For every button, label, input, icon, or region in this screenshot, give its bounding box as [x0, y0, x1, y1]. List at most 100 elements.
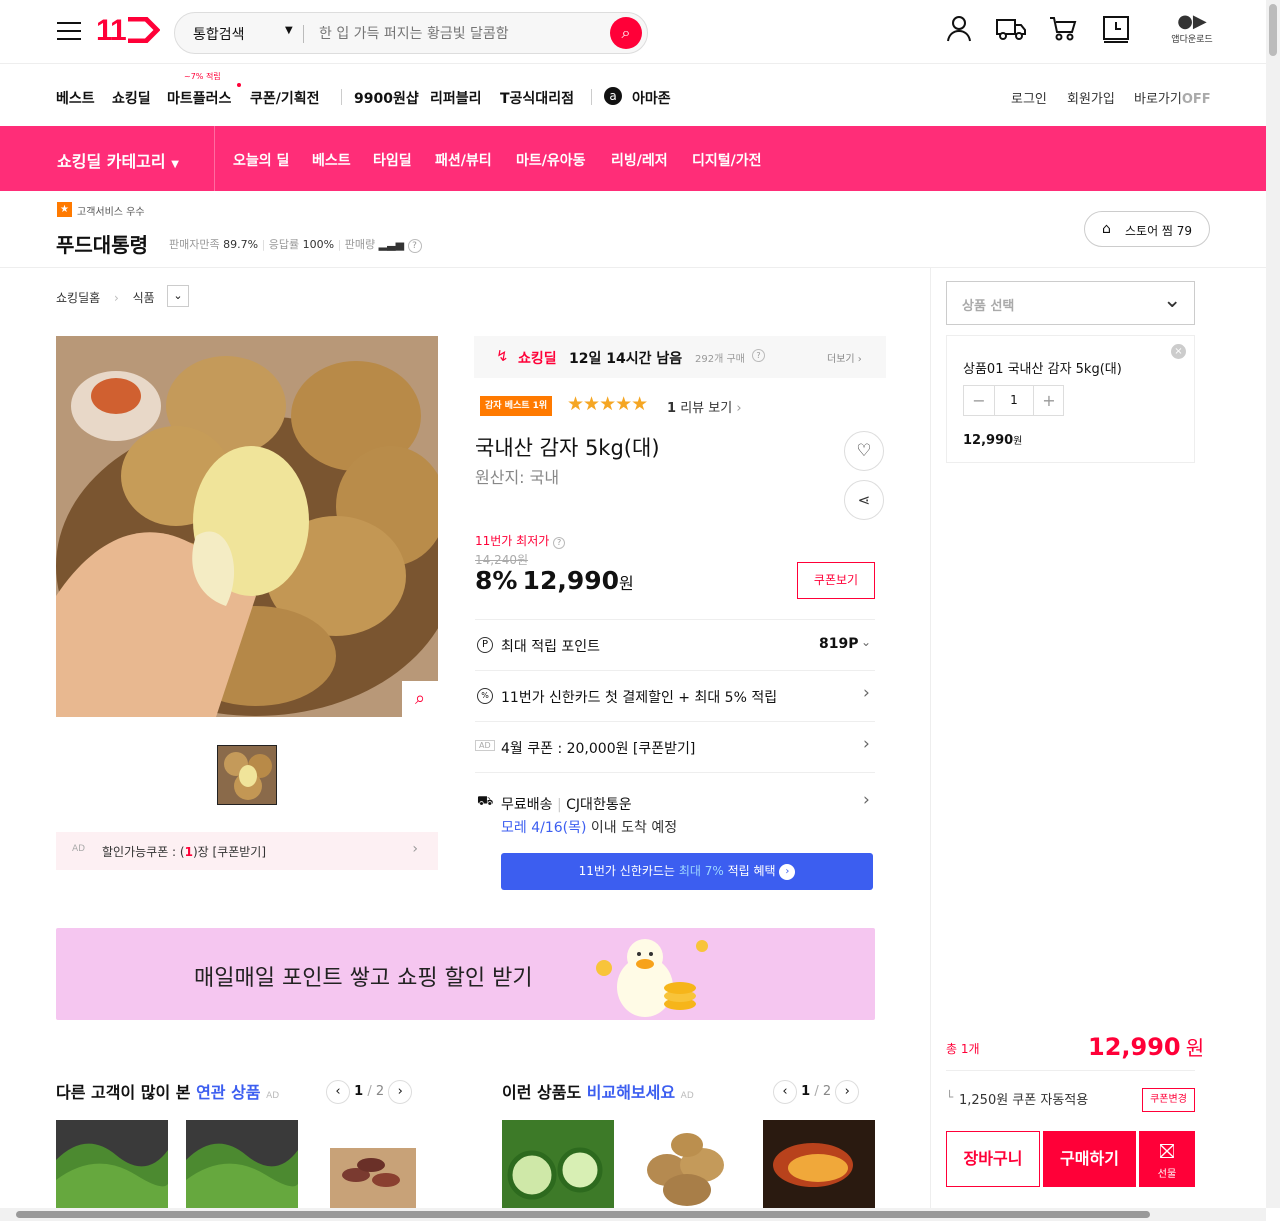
related-product-image[interactable] [56, 1120, 168, 1208]
increase-qty-button[interactable]: + [1033, 386, 1064, 415]
cat-fashion[interactable]: 패션/뷰티 [435, 150, 492, 170]
shipping-row[interactable]: ⛟ 무료배송 | CJ대한통운 모레 4/16(목) 이내 도착 예정 › [475, 772, 875, 842]
add-to-cart-button[interactable]: 장바구니 [946, 1131, 1040, 1187]
deal-purchases: 292개 구매 [695, 354, 745, 365]
deal-more-link[interactable]: 더보기 › [827, 350, 862, 365]
store-wish-button[interactable]: ⌂ 스토어 찜 79 [1084, 211, 1210, 247]
buy-now-button[interactable]: 구매하기 [1043, 1131, 1136, 1187]
response-value: 100% [302, 238, 335, 251]
compare-product-image[interactable] [763, 1120, 875, 1208]
recent-view-icon[interactable] [1099, 14, 1133, 48]
prev-page-icon[interactable]: ‹ [773, 1080, 797, 1104]
related-left-pager: ‹ 1 / 2 › [326, 1080, 413, 1104]
help-icon[interactable]: ? [752, 349, 765, 362]
remove-option-icon[interactable]: × [1171, 344, 1186, 359]
qty-value[interactable]: 1 [995, 386, 1033, 415]
prev-page-icon[interactable]: ‹ [326, 1080, 350, 1104]
product-select-dropdown[interactable]: 상품 선택 ⌄ [946, 281, 1195, 325]
category-menu-button[interactable]: 쇼킹딜 카테고리 ▼ [57, 148, 179, 172]
point-banner[interactable]: 매일매일 포인트 쌓고 쇼핑 할인 받기 [56, 928, 875, 1020]
nav-coupon[interactable]: 쿠폰/기획전 [250, 88, 320, 108]
product-main-image[interactable]: ⌕ [56, 336, 438, 717]
breadcrumb-home[interactable]: 쇼킹딜홈 [56, 291, 100, 305]
deal-remaining: 12일 14시간 남음 [569, 351, 683, 367]
store-badge-label: 고객서비스 우수 [77, 207, 145, 218]
wishlist-heart-icon[interactable]: ♡ [844, 431, 884, 471]
related-right-title: 이런 상품도 비교해보세요 AD [502, 1079, 694, 1103]
my-page-icon[interactable] [942, 14, 976, 48]
login-link[interactable]: 로그인 [1011, 88, 1047, 107]
shortcut-toggle[interactable]: 바로가기OFF [1134, 88, 1211, 107]
related-product-image[interactable] [186, 1120, 298, 1208]
point-icon: P [477, 637, 493, 653]
nav-t-store[interactable]: T공식대리점 [500, 88, 574, 108]
shortcut-label: 바로가기 [1134, 92, 1182, 107]
horizontal-scroll-thumb[interactable] [16, 1211, 1150, 1218]
quantity-stepper: − 1 + [963, 385, 1064, 416]
vertical-scrollbar[interactable] [1266, 0, 1280, 1208]
horizontal-scrollbar[interactable] [0, 1208, 1266, 1221]
chevron-right-icon: › [863, 790, 870, 810]
next-page-icon[interactable]: › [835, 1080, 860, 1104]
cat-time-deal[interactable]: 타임딜 [373, 150, 412, 170]
cat-living[interactable]: 리빙/레저 [611, 150, 668, 170]
menu-icon[interactable] [57, 22, 81, 42]
gift-button[interactable]: ⛝ 선물 [1139, 1131, 1195, 1187]
coupon-view-button[interactable]: 쿠폰보기 [797, 562, 875, 599]
chevron-down-icon[interactable]: ▼ [285, 25, 293, 36]
thumbnail-image[interactable] [217, 745, 277, 805]
compare-product-image[interactable] [502, 1120, 614, 1208]
related-left-title-pre: 다른 고객이 많이 본 [56, 1083, 191, 1102]
cat-best[interactable]: 베스트 [312, 150, 351, 170]
sidebar-divider [930, 268, 931, 1208]
sweet-potato-box-image [316, 1120, 428, 1208]
review-label: 리뷰 보기 [680, 401, 733, 416]
cat-mart[interactable]: 마트/유아동 [516, 150, 586, 170]
site-logo[interactable]: 11 [96, 14, 161, 48]
zoom-icon[interactable]: ⌕ [402, 681, 438, 717]
vertical-scroll-thumb[interactable] [1269, 4, 1277, 56]
chevron-right-icon: › [412, 841, 418, 857]
signup-link[interactable]: 회원가입 [1067, 88, 1115, 107]
search-scope-select[interactable]: 통합검색 [193, 24, 245, 44]
search-icon[interactable]: ⌕ [610, 17, 642, 49]
cat-digital[interactable]: 디지털/가전 [692, 150, 762, 170]
cart-icon[interactable] [1046, 14, 1080, 48]
april-coupon-row[interactable]: AD 4월 쿠폰 : 20,000원 [쿠폰받기] › [475, 721, 875, 772]
card-benefit-row[interactable]: % 11번가 신한카드 첫 결제할인 + 최대 5% 적립 › [475, 670, 875, 721]
point-row[interactable]: P 최대 적립 포인트 819P ⌄ [475, 619, 875, 670]
decrease-qty-button[interactable]: − [964, 386, 995, 415]
help-icon[interactable]: ? [407, 239, 422, 253]
nav-best[interactable]: 베스트 [56, 88, 95, 108]
store-name[interactable]: 푸드대통령 [56, 229, 148, 258]
nav-shocking-deal[interactable]: 쇼킹딜 [112, 88, 151, 108]
nav-amazon[interactable]: 아마존 [632, 88, 671, 108]
breadcrumb-category[interactable]: 식품 [133, 291, 155, 305]
shinhan-card-banner[interactable]: 11번가 신한카드는 최대 7% 적립 혜택 › [501, 853, 873, 890]
compare-product-image[interactable] [632, 1120, 744, 1208]
image-coupon-bar[interactable]: AD 할인가능쿠폰 : (1)장 [쿠폰받기] › [56, 832, 438, 870]
next-page-icon[interactable]: › [388, 1080, 413, 1104]
nav-9900[interactable]: 9900원샵 [354, 88, 419, 108]
nav-refurb[interactable]: 리퍼블리 [430, 88, 482, 108]
related-product-image[interactable] [316, 1120, 428, 1208]
divider [946, 1070, 1195, 1071]
help-icon[interactable]: ? [553, 537, 566, 549]
arrival-suffix: 이내 도착 예정 [590, 820, 678, 836]
category-dropdown-icon[interactable]: ⌄ [167, 285, 189, 307]
coupon-change-button[interactable]: 쿠폰변경 [1142, 1088, 1195, 1112]
right-page-current: 1 [801, 1084, 811, 1099]
cat-today-deal[interactable]: 오늘의 딜 [233, 150, 289, 170]
review-count: 1 [667, 401, 677, 416]
chevron-down-icon: ⌄ [861, 635, 872, 649]
nav-mart-plus[interactable]: 마트플러스 [167, 88, 231, 108]
duck-coin-illustration [596, 939, 708, 1017]
lowest-label-text: 11번가 최저가 [475, 534, 550, 548]
delivery-truck-icon[interactable] [994, 14, 1028, 48]
satisfaction-label: 판매자만족 [169, 238, 220, 251]
best-badge: 감자 베스트 1위 [480, 396, 553, 416]
app-download-link[interactable]: ●▶ 앱다운로드 [1166, 12, 1218, 46]
search-input[interactable] [319, 21, 599, 47]
review-link[interactable]: 1 리뷰 보기 › [667, 397, 742, 416]
share-icon[interactable]: ⋖ [844, 480, 884, 520]
